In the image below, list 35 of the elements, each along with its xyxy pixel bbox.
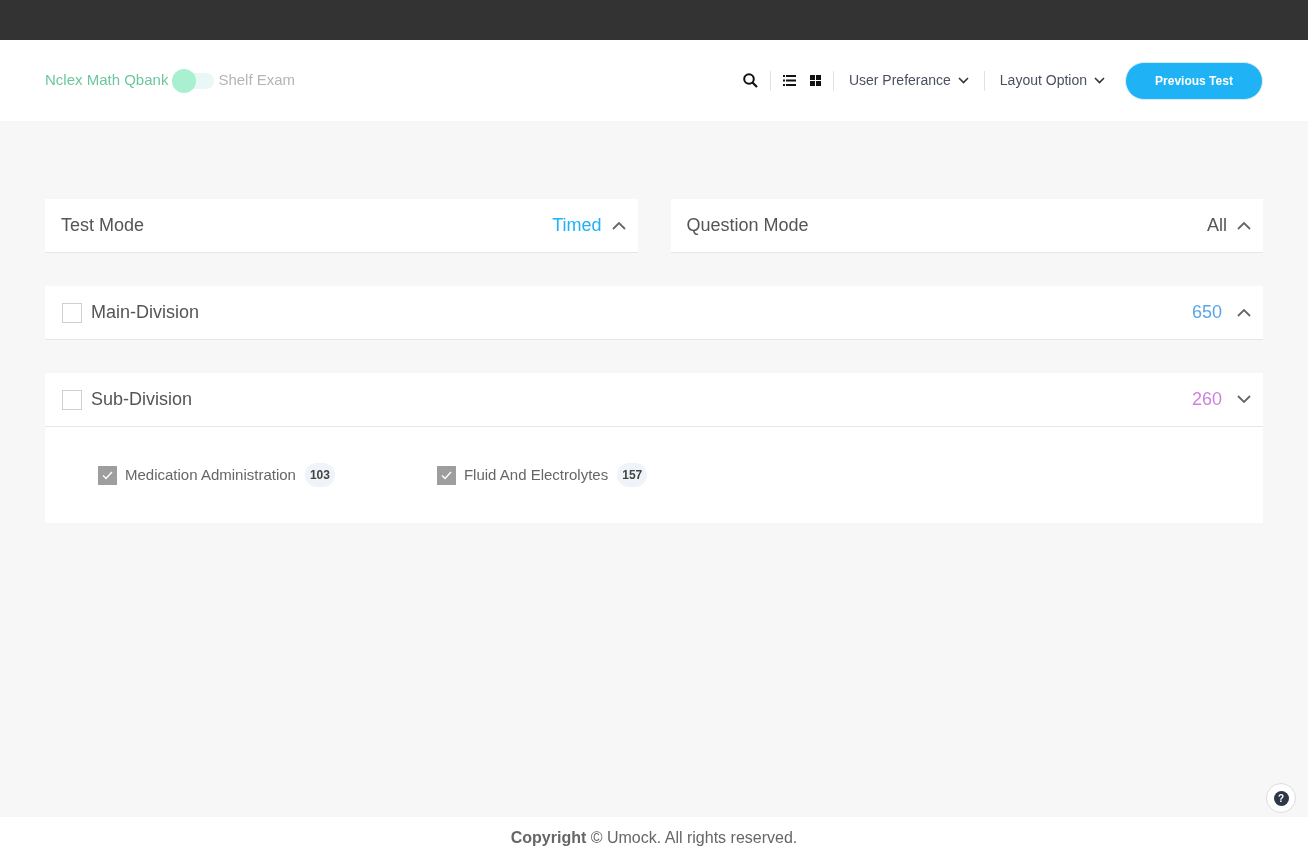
- toggle-label: Nclex Math Qbank: [45, 70, 169, 91]
- division-count: 260: [1191, 388, 1222, 411]
- division-label: Sub-Division: [91, 388, 193, 411]
- chevron-down-icon: [1094, 77, 1105, 84]
- checkbox[interactable]: [62, 302, 82, 323]
- division-label: Main-Division: [91, 301, 200, 324]
- mode-label: Question Mode: [686, 214, 809, 237]
- chevron-down-icon[interactable]: [1237, 395, 1251, 404]
- search-icon[interactable]: [742, 73, 758, 88]
- checkbox[interactable]: [436, 465, 456, 485]
- count-badge: 103: [304, 463, 335, 487]
- checkbox[interactable]: [98, 465, 117, 485]
- copyright-text: Copyright © Umock. All rights reserved.: [510, 827, 798, 848]
- checkbox[interactable]: [62, 389, 82, 410]
- checkmark-icon: [440, 470, 452, 480]
- chevron-up-icon[interactable]: [611, 221, 626, 230]
- help-button[interactable]: ?: [1266, 783, 1296, 813]
- count-badge: 157: [617, 463, 648, 487]
- mode-value: All: [1207, 214, 1227, 237]
- chevron-up-icon[interactable]: [1237, 221, 1251, 230]
- dropdown-menu[interactable]: Layout Option: [999, 70, 1105, 91]
- chevron-down-icon: [957, 77, 969, 84]
- topic-label: Medication Administration: [125, 464, 296, 485]
- mode-card[interactable]: Test Mode Timed: [45, 199, 638, 253]
- dropdown-menu[interactable]: User Preferance: [848, 70, 969, 91]
- toggle-label: Shelf Exam: [218, 70, 296, 91]
- topic-label: Fluid And Electrolytes: [463, 464, 609, 485]
- chevron-up-icon[interactable]: [1237, 308, 1251, 317]
- mode-card[interactable]: Question Mode All: [670, 199, 1263, 253]
- mode-value: Timed: [552, 214, 602, 237]
- division-count: 650: [1191, 301, 1222, 324]
- mode-label: Test Mode: [61, 214, 145, 237]
- list-view-icon[interactable]: [782, 75, 796, 86]
- checkmark-icon: [102, 470, 113, 480]
- grid-view-icon[interactable]: [809, 75, 821, 86]
